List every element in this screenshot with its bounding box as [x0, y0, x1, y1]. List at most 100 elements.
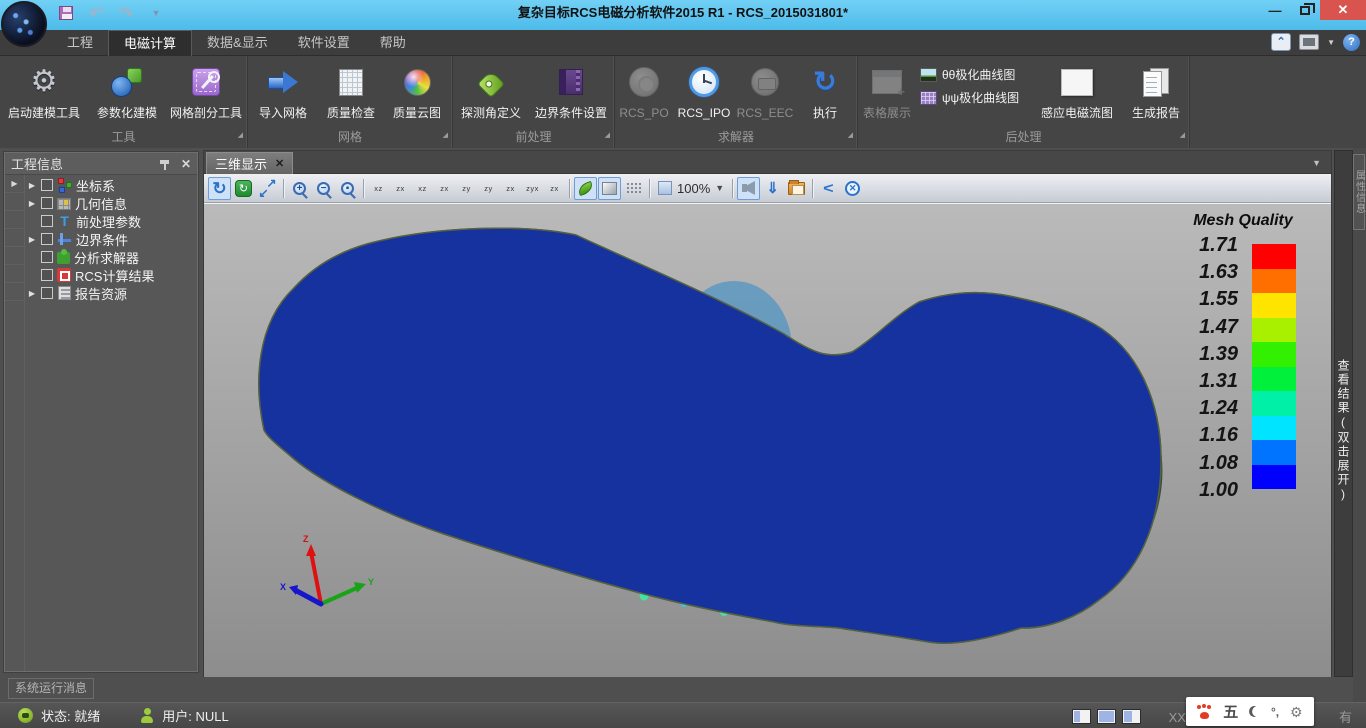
gutter-arrow-icon[interactable]: ▶: [5, 175, 24, 193]
theta-polarization-plot-button[interactable]: θθ极化曲线图: [920, 66, 1028, 83]
tab-property-info[interactable]: 属性信息: [1353, 154, 1365, 230]
view-preset-1-button[interactable]: xz: [368, 177, 389, 200]
tab-help[interactable]: 帮助: [365, 30, 421, 56]
parametric-modeling-button[interactable]: 参数化建模: [88, 60, 166, 120]
ime-fullhalf-moon-icon[interactable]: [1248, 704, 1262, 718]
tree-item-rcs-results[interactable]: RCS计算结果: [25, 266, 197, 284]
system-message-tab[interactable]: 系统运行消息: [8, 678, 94, 699]
zoom-fit-button[interactable]: ▪: [336, 177, 359, 200]
tab-software-settings[interactable]: 软件设置: [283, 30, 365, 56]
title-bar[interactable]: ↶ ↷ ▼ 复杂目标RCS电磁分析软件2015 R1 - RCS_2015031…: [0, 0, 1366, 30]
zoom-out-button[interactable]: −: [312, 177, 335, 200]
zoom-in-button[interactable]: +: [288, 177, 311, 200]
tree-item-geometry-info[interactable]: ▶ 几何信息: [25, 194, 197, 212]
generate-report-button[interactable]: 生成报告: [1127, 60, 1185, 120]
induced-current-map-button[interactable]: 感应电磁流图: [1032, 60, 1122, 120]
layout-toggle-full-icon[interactable]: [1097, 709, 1116, 724]
expander-icon[interactable]: ▶: [27, 235, 37, 244]
quality-cloud-button[interactable]: 质量云图: [384, 60, 450, 120]
tree-item-report-resources[interactable]: ▶ 报告资源: [25, 284, 197, 302]
flat-shading-button[interactable]: [598, 177, 621, 200]
3d-model[interactable]: Z Y X: [204, 204, 1331, 677]
tab-em-computation[interactable]: 电磁计算: [108, 30, 192, 56]
ime-mode-wubi[interactable]: 五: [1223, 701, 1238, 722]
restore-button[interactable]: [1290, 0, 1320, 20]
psi-polarization-plot-button[interactable]: ψψ极化曲线图: [920, 89, 1028, 106]
checkbox[interactable]: [41, 215, 53, 227]
pan-button[interactable]: [256, 177, 279, 200]
tab-3d-display[interactable]: 三维显示 ✕: [206, 152, 293, 174]
ime-punctuation-icon[interactable]: °,: [1271, 705, 1279, 719]
ime-settings-gear-icon[interactable]: ⚙: [1290, 705, 1303, 719]
photo-icon: [1061, 69, 1093, 96]
view-preset-7-button[interactable]: zx: [500, 177, 521, 200]
tree-item-preprocess-params[interactable]: T 前处理参数: [25, 212, 197, 230]
execute-button[interactable]: ↻ 执行: [800, 60, 850, 120]
orbit-button[interactable]: ↻: [232, 177, 255, 200]
view-preset-9-button[interactable]: zx: [544, 177, 565, 200]
point-display-button[interactable]: [622, 177, 645, 200]
view-preset-6-button[interactable]: zy: [478, 177, 499, 200]
checkbox[interactable]: [41, 179, 53, 191]
zoom-level-select[interactable]: 100% ▼: [654, 181, 728, 196]
window-controls: — ✕: [1260, 0, 1366, 20]
previous-view-button[interactable]: [737, 177, 760, 200]
mesh-partition-tool-button[interactable]: 网格剖分工具: [166, 60, 246, 120]
view-preset-8-button[interactable]: zyx: [522, 177, 543, 200]
panel-close-icon[interactable]: ✕: [181, 157, 191, 171]
view-results-collapsed-panel[interactable]: 查看结果(双击展开): [1334, 150, 1353, 677]
quality-check-button[interactable]: 质量检查: [318, 60, 384, 120]
pin-icon[interactable]: [159, 158, 171, 170]
launch-modeling-tool-button[interactable]: ⚙ 启动建模工具: [0, 60, 88, 120]
checkbox[interactable]: [41, 197, 53, 209]
group-expand-icon[interactable]: ◢: [443, 128, 448, 143]
share-view-button[interactable]: <: [817, 177, 840, 200]
expander-icon[interactable]: ▶: [27, 199, 37, 208]
group-expand-icon[interactable]: ◢: [238, 128, 243, 143]
checkbox[interactable]: [41, 233, 53, 245]
minimize-button[interactable]: —: [1260, 0, 1290, 20]
layout-toggle-right-icon[interactable]: [1122, 709, 1141, 724]
baidu-ime-paw-icon[interactable]: [1197, 705, 1212, 719]
display-mode-button[interactable]: [1299, 34, 1319, 50]
group-expand-icon[interactable]: ◢: [605, 128, 610, 143]
close-tab-icon[interactable]: ✕: [275, 157, 284, 170]
expander-icon[interactable]: ▶: [27, 289, 37, 298]
view-preset-3-button[interactable]: xz: [412, 177, 433, 200]
clear-view-button[interactable]: ✕: [841, 177, 864, 200]
smooth-shading-button[interactable]: [574, 177, 597, 200]
display-mode-caret-icon[interactable]: ▼: [1327, 38, 1335, 47]
application-logo[interactable]: [1, 1, 47, 47]
checkbox[interactable]: [41, 269, 53, 281]
rcs-ipo-solver-button[interactable]: RCS_IPO: [673, 60, 735, 120]
rotate-button[interactable]: ↻: [208, 177, 231, 200]
cancel-circle-icon: ✕: [845, 181, 860, 196]
checkbox[interactable]: [41, 251, 53, 263]
ribbon-group-solver: RCS_PO RCS_IPO RCS_EEC ↻ 执行 求解器◢: [615, 56, 858, 148]
checkbox[interactable]: [41, 287, 53, 299]
import-mesh-button[interactable]: 导入网格: [248, 60, 318, 120]
probe-angle-define-button[interactable]: 探测角定义: [453, 60, 529, 120]
view-preset-4-button[interactable]: zx: [434, 177, 455, 200]
ime-toolbar[interactable]: 五 °, ⚙: [1186, 697, 1314, 726]
capture-button[interactable]: [785, 177, 808, 200]
tree-item-boundary-conditions[interactable]: ▶ 边界条件: [25, 230, 197, 248]
tree-item-analysis-solver[interactable]: 分析求解器: [25, 248, 197, 266]
save-view-button[interactable]: ⇓: [761, 177, 784, 200]
view-preset-5-button[interactable]: zy: [456, 177, 477, 200]
tab-list-caret-icon[interactable]: ▼: [1312, 158, 1321, 168]
3d-viewport[interactable]: Z Y X Mesh Quality 1.71 1.63 1.55 1.47 1…: [204, 203, 1331, 677]
group-expand-icon[interactable]: ◢: [1180, 128, 1185, 143]
legend-value: 1.63: [1184, 261, 1238, 283]
collapse-ribbon-button[interactable]: ⌃: [1271, 33, 1291, 51]
view-preset-2-button[interactable]: zx: [390, 177, 411, 200]
boundary-condition-setting-button[interactable]: 边界条件设置: [529, 60, 613, 120]
expander-icon[interactable]: ▶: [27, 181, 37, 190]
tab-project[interactable]: 工程: [52, 30, 108, 56]
tree-item-coordinate-system[interactable]: ▶ 坐标系: [25, 176, 197, 194]
layout-toggle-left-icon[interactable]: [1072, 709, 1091, 724]
group-expand-icon[interactable]: ◢: [848, 128, 853, 143]
close-button[interactable]: ✕: [1320, 0, 1366, 20]
tab-data-display[interactable]: 数据&显示: [192, 30, 283, 56]
help-button[interactable]: ?: [1343, 34, 1360, 51]
